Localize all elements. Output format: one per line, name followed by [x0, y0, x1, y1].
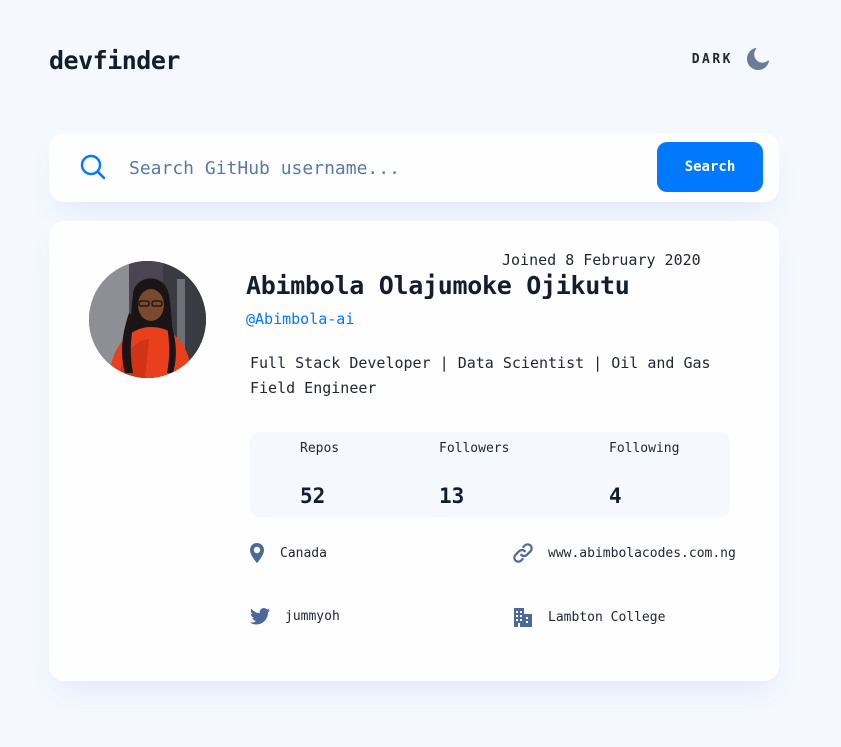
- profile-card: Joined 8 February 2020 Abimbola Olajumok…: [49, 221, 779, 681]
- moon-icon: [747, 48, 769, 70]
- company-text: Lambton College: [548, 609, 666, 625]
- avatar-image: [89, 261, 206, 378]
- theme-toggle[interactable]: DARK: [692, 48, 769, 70]
- twitter-icon: [250, 608, 270, 625]
- profile-login-link[interactable]: @Abimbola-ai: [246, 310, 354, 328]
- building-icon: [514, 608, 532, 627]
- search-icon: [80, 154, 106, 180]
- website-item[interactable]: www.abimbolacodes.com.ng: [513, 543, 736, 563]
- profile-bio: Full Stack Developer | Data Scientist | …: [250, 354, 711, 397]
- avatar: [89, 261, 206, 378]
- twitter-item[interactable]: jummyoh: [250, 608, 340, 625]
- search-button[interactable]: Search: [657, 142, 763, 192]
- theme-toggle-label: DARK: [691, 51, 733, 67]
- profile-name: Abimbola Olajumoke Ojikutu: [246, 271, 630, 300]
- company-item: Lambton College: [513, 607, 665, 627]
- stat-repos-label: Repos: [300, 441, 340, 456]
- location-text: Canada: [280, 545, 327, 561]
- stat-repos-value: 52: [300, 484, 326, 508]
- website-link[interactable]: www.abimbolacodes.com.ng: [548, 546, 736, 561]
- location-item: Canada: [250, 543, 327, 563]
- location-pin-icon: [250, 543, 264, 563]
- app-header: devfinder DARK: [49, 44, 769, 80]
- link-icon: [513, 543, 533, 563]
- stat-following-label: Following: [609, 441, 680, 456]
- search-bar: Search: [49, 133, 779, 202]
- stats-panel: Repos 52 Followers 13 Following 4: [250, 432, 730, 517]
- app-logo: devfinder: [49, 46, 180, 75]
- stat-followers-value: 13: [439, 484, 465, 508]
- stat-following-value: 4: [609, 484, 622, 508]
- twitter-handle[interactable]: jummyoh: [285, 609, 340, 624]
- stat-followers-label: Followers: [439, 441, 510, 456]
- search-input[interactable]: [129, 151, 649, 185]
- joined-date: Joined 8 February 2020: [502, 251, 701, 269]
